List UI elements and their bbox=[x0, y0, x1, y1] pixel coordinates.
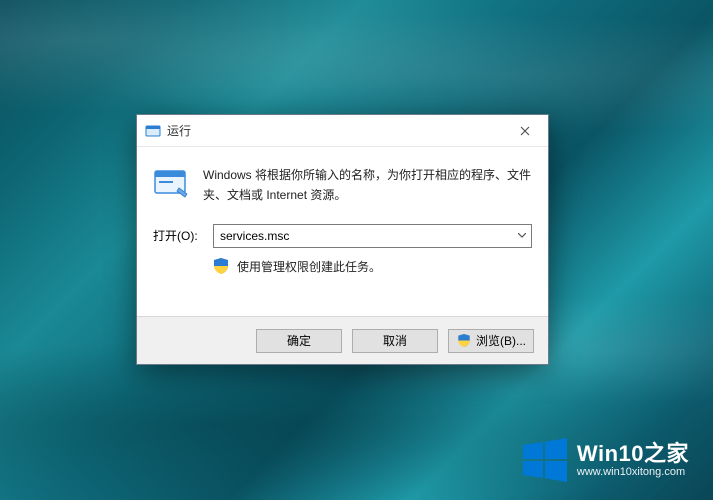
open-label: 打开(O): bbox=[153, 227, 205, 244]
run-icon bbox=[153, 165, 189, 201]
ok-button[interactable]: 确定 bbox=[256, 329, 342, 353]
open-input[interactable] bbox=[214, 225, 513, 247]
chevron-down-icon[interactable] bbox=[513, 225, 531, 247]
dialog-description: Windows 将根据你所输入的名称，为你打开相应的程序、文件夹、文档或 Int… bbox=[203, 165, 532, 206]
dialog-title: 运行 bbox=[167, 122, 502, 139]
close-button[interactable] bbox=[502, 115, 548, 146]
open-combobox[interactable] bbox=[213, 224, 532, 248]
titlebar[interactable]: 运行 bbox=[137, 115, 548, 147]
browse-button-label: 浏览(B)... bbox=[476, 332, 526, 349]
dialog-footer: 确定 取消 浏览(B)... bbox=[137, 316, 548, 364]
watermark-url: www.win10xitong.com bbox=[577, 466, 689, 479]
watermark: Win10之家 www.win10xitong.com bbox=[523, 438, 689, 482]
run-title-icon bbox=[145, 123, 161, 139]
watermark-brand: Win10之家 bbox=[577, 441, 689, 466]
run-dialog: 运行 Windows 将根据你所输入的名称，为你打开相应的程序、文件夹、文档或 … bbox=[136, 114, 549, 365]
dialog-body: Windows 将根据你所输入的名称，为你打开相应的程序、文件夹、文档或 Int… bbox=[137, 147, 548, 295]
admin-note: 使用管理权限创建此任务。 bbox=[237, 258, 381, 275]
cancel-button[interactable]: 取消 bbox=[352, 329, 438, 353]
shield-icon bbox=[213, 258, 229, 274]
windows-logo-icon bbox=[523, 438, 567, 482]
shield-icon bbox=[456, 333, 472, 349]
browse-button[interactable]: 浏览(B)... bbox=[448, 329, 534, 353]
